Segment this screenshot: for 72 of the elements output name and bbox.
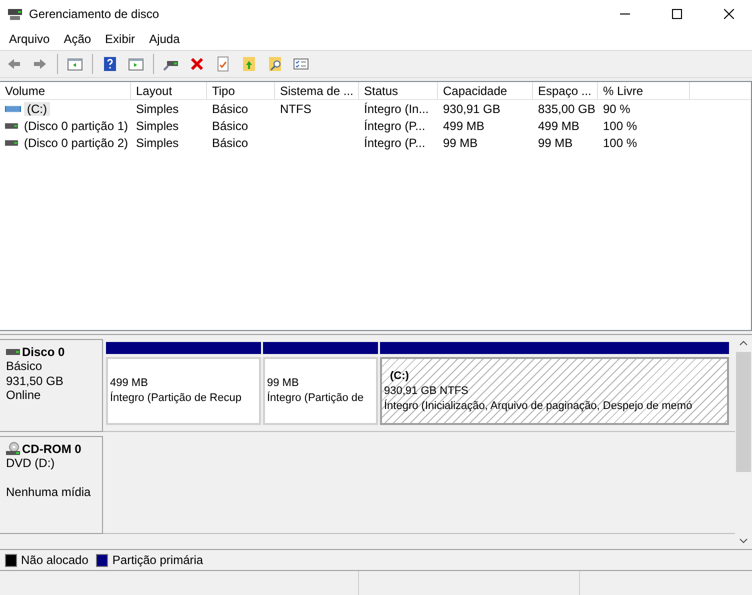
table-cell: 499 MB [538,118,580,132]
help-icon [102,56,118,72]
table-cell: 499 MB [443,118,484,132]
panel-icon [128,56,144,72]
table-cell: Básico [212,118,248,132]
disk-state: Online [6,388,41,402]
drive-icon [6,348,20,356]
folder-search-icon [267,56,283,72]
partition-label: (C:) [389,368,410,384]
disk-state: Nenhuma mídia [6,485,91,499]
table-cell: 99 MB [538,136,573,150]
table-cell: 90 % [603,102,630,116]
forward-icon [32,56,48,72]
partition-status: Íntegro (Partição de Recup [110,391,242,406]
table-cell: Simples [136,102,179,116]
table-cell: Básico [212,136,248,150]
partition-block[interactable]: 99 MB Íntegro (Partição de [263,357,378,425]
delete-icon [189,56,205,72]
table-cell: 100 % [603,136,638,150]
maximize-icon [672,9,682,19]
properties-icon [215,56,231,72]
drive-label[interactable]: (Disco 0 partição 1) [20,118,131,132]
column-header[interactable]: Layout [131,82,207,100]
disk-name: CD-ROM 0 [22,442,82,456]
column-header[interactable]: Volume [0,82,131,100]
disk-size: 931,50 GB [6,374,64,388]
column-header[interactable]: Espaço ... [533,82,598,100]
table-cell: Simples [136,118,179,132]
menu-item[interactable]: Exibir [98,32,142,46]
column-header[interactable]: Capacidade [438,82,533,100]
drive-label[interactable]: (Disco 0 partição 2) [20,136,131,150]
partition-size: 930,91 GB NTFS [384,384,470,398]
disk-name: Disco 0 [22,345,65,359]
partition-status: Íntegro (Inicialização, Arquivo de paginação, Despejo de memó [384,398,694,414]
table-cell: Íntegro (P... [364,136,426,150]
disk-type: Básico [6,359,42,373]
close-icon [724,9,734,19]
table-cell: 100 % [603,118,638,132]
column-header[interactable]: Tipo [207,82,275,100]
show-pane-icon [67,56,83,72]
table-cell: Básico [212,102,248,116]
partition-size: 499 MB [110,376,149,391]
drive-icon [5,138,18,146]
menu-item[interactable]: Ajuda [142,32,187,46]
table-cell: NTFS [280,102,312,116]
table-cell: Simples [136,136,179,150]
table-cell: 99 MB [443,136,478,150]
window-title: Gerenciamento de disco [29,7,160,21]
folder-up-icon [241,56,257,72]
back-icon [6,56,22,72]
column-header[interactable]: Sistema de ... [275,82,359,100]
column-header[interactable]: % Livre [598,82,690,100]
cd-drive-icon [6,442,20,456]
table-cell: 930,91 GB [443,102,500,116]
drive-label[interactable]: (C:) [24,102,50,116]
disk-management-icon [7,6,23,22]
partition-block[interactable]: 499 MB Íntegro (Partição de Recup [106,357,261,425]
table-cell: Íntegro (In... [364,102,429,116]
partition-size: 99 MB [267,376,300,391]
table-cell: Íntegro (P... [364,118,426,132]
menu-item[interactable]: Ação [56,32,98,46]
checklist-icon [293,56,309,72]
partition-block[interactable]: (C:) 930,91 GB NTFS Íntegro (Inicialização, Arquivo de paginação, Despejo de memó [380,357,729,425]
legend-label: Não alocado [21,553,88,567]
menu-item[interactable]: Arquivo [2,32,57,46]
partition-status: Íntegro (Partição de [267,391,365,406]
volume-icon [5,104,21,112]
legend-label: Partição primária [112,553,204,567]
disk-type: DVD (D:) [6,456,55,470]
drive-icon [5,122,18,130]
table-cell: 835,00 GB [538,102,596,116]
column-header[interactable]: Status [359,82,438,100]
